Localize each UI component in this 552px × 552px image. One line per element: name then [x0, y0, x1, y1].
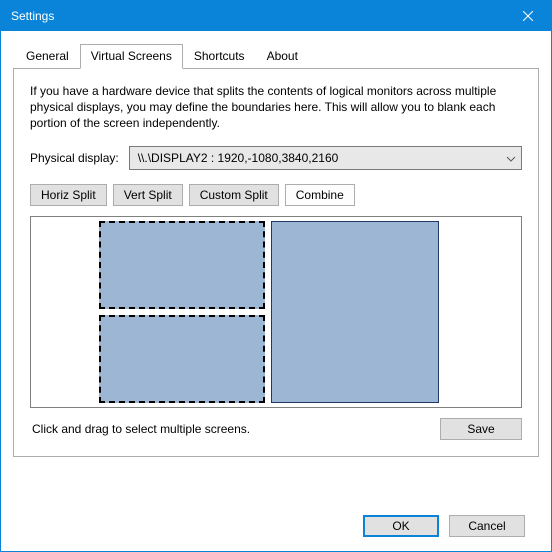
ok-button[interactable]: OK: [363, 515, 439, 537]
display-row: Physical display: \\.\DISPLAY2 : 1920,-1…: [30, 146, 522, 170]
settings-window: Settings General Virtual Screens Shortcu…: [0, 0, 552, 552]
virtual-screen-2[interactable]: [99, 315, 265, 403]
tab-row: General Virtual Screens Shortcuts About: [15, 43, 539, 68]
close-icon: [523, 11, 533, 21]
tab-virtual-screens[interactable]: Virtual Screens: [80, 44, 183, 69]
hint-row: Click and drag to select multiple screen…: [30, 418, 522, 440]
display-select[interactable]: \\.\DISPLAY2 : 1920,-1080,3840,2160: [129, 146, 522, 170]
dialog-footer: OK Cancel: [13, 515, 539, 537]
tab-about[interactable]: About: [256, 44, 309, 68]
tab-general[interactable]: General: [15, 44, 80, 68]
cancel-button[interactable]: Cancel: [449, 515, 525, 537]
tab-shortcuts[interactable]: Shortcuts: [183, 44, 256, 68]
titlebar: Settings: [1, 1, 551, 31]
close-button[interactable]: [505, 1, 551, 31]
combine-button[interactable]: Combine: [285, 184, 355, 206]
display-label: Physical display:: [30, 151, 119, 165]
save-button[interactable]: Save: [440, 418, 522, 440]
hint-text: Click and drag to select multiple screen…: [30, 422, 440, 436]
split-button-row: Horiz Split Vert Split Custom Split Comb…: [30, 184, 522, 206]
content-area: General Virtual Screens Shortcuts About …: [1, 31, 551, 551]
screens-canvas[interactable]: [30, 216, 522, 408]
display-value: \\.\DISPLAY2 : 1920,-1080,3840,2160: [129, 146, 522, 170]
window-title: Settings: [11, 9, 505, 23]
custom-split-button[interactable]: Custom Split: [189, 184, 279, 206]
virtual-screen-1[interactable]: [99, 221, 265, 309]
intro-text: If you have a hardware device that split…: [30, 83, 522, 132]
chevron-down-icon: [506, 151, 516, 165]
tab-panel: If you have a hardware device that split…: [13, 68, 539, 457]
tab-container: General Virtual Screens Shortcuts About …: [13, 43, 539, 457]
virtual-screen-3[interactable]: [271, 221, 439, 403]
vert-split-button[interactable]: Vert Split: [113, 184, 183, 206]
horiz-split-button[interactable]: Horiz Split: [30, 184, 107, 206]
